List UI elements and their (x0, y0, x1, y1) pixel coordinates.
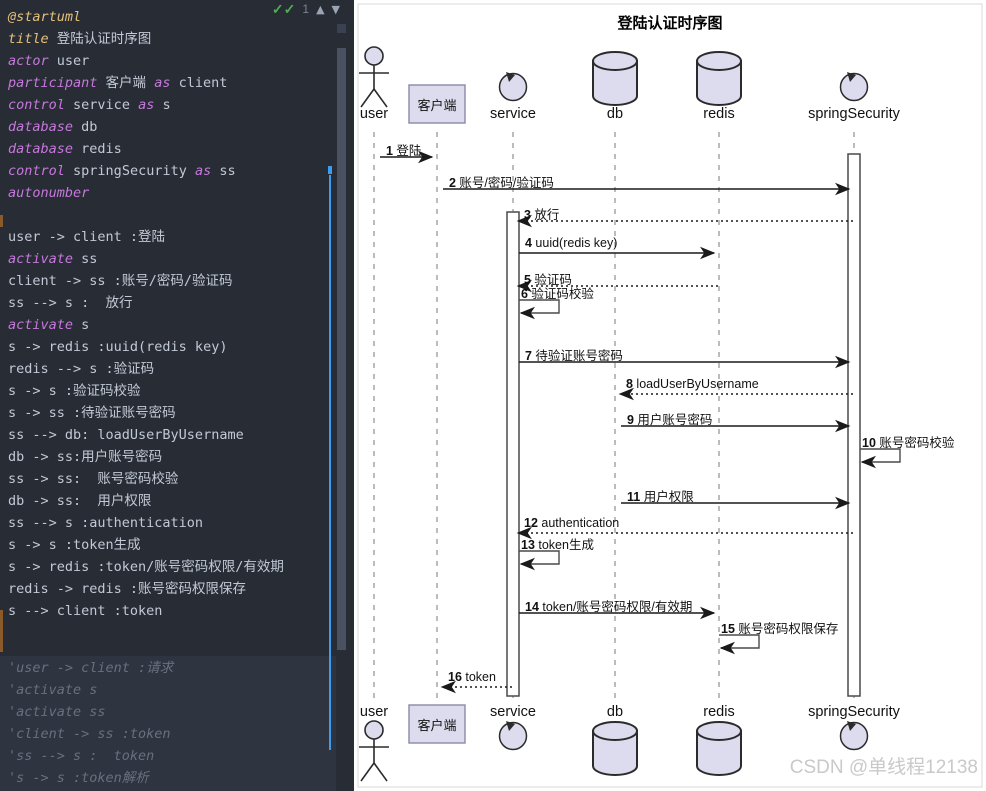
message-label-11: 11 用户权限 (627, 490, 694, 504)
code-line[interactable]: redis --> s :验证码 (6, 358, 336, 380)
code-line[interactable]: title 登陆认证时序图 (6, 28, 336, 50)
message-label-1: 1 登陆 (386, 144, 422, 158)
message-label-12: 12 authentication (524, 516, 620, 530)
code-line[interactable]: actor user (6, 50, 336, 72)
message-label-6: 6 验证码校验 (521, 287, 594, 301)
editor-vertical-scrollbar[interactable] (337, 48, 346, 650)
chevron-up-icon[interactable]: ▲ (316, 4, 324, 15)
code-line[interactable]: control service as s (6, 94, 336, 116)
code-line[interactable]: database db (6, 116, 336, 138)
message-label-7: 7 待验证账号密码 (525, 349, 623, 363)
code-line[interactable]: ss -> ss: 账号密码校验 (6, 468, 336, 490)
code-line[interactable]: ss --> s : 放行 (6, 292, 336, 314)
message-label-14: 14 token/账号密码权限/有效期 (525, 600, 693, 614)
selection-range-bar (329, 175, 331, 750)
comment-line[interactable]: 's -> s :token解析 (6, 767, 336, 789)
code-line[interactable]: redis -> redis :账号密码权限保存 (6, 578, 336, 600)
message-label-15: 15 账号密码权限保存 (721, 622, 839, 636)
code-line[interactable]: ss --> db: loadUserByUsername (6, 424, 336, 446)
code-editor-pane[interactable]: @startuml title 登陆认证时序图 actor user particip… (0, 0, 354, 791)
code-line[interactable]: user -> client :登陆 (6, 226, 336, 248)
comment-line[interactable]: 'activate ss (6, 701, 336, 723)
inspection-check-icon[interactable]: ✓✓ (272, 2, 295, 16)
inspection-count-label: 1 (302, 2, 310, 16)
code-line[interactable]: client -> ss :账号/密码/验证码 (6, 270, 336, 292)
code-line[interactable]: s -> redis :token/账号密码权限/有效期 (6, 556, 336, 578)
message-label-16: 16 token (448, 670, 496, 684)
watermark-text: CSDN @单线程12138 (789, 757, 978, 778)
message-label-8: 8 loadUserByUsername (626, 377, 759, 391)
participant-name-foot-redis: redis (703, 704, 735, 720)
code-line[interactable]: s -> s :验证码校验 (6, 380, 336, 402)
participant-name-springSecurity: springSecurity (808, 106, 900, 122)
editor-toolbar: ✓✓ 1 ▲ ▼ (0, 0, 354, 22)
code-line[interactable]: activate s (6, 314, 336, 336)
gutter-change-marker-1 (0, 215, 3, 227)
message-label-3: 3 放行 (524, 208, 560, 222)
code-line[interactable]: database redis (6, 138, 336, 160)
code-line[interactable]: control springSecurity as ss (6, 160, 336, 182)
participant-name-foot-springSecurity: springSecurity (808, 704, 900, 720)
message-label-2: 2 账号/密码/验证码 (449, 176, 554, 190)
message-label-9: 9 用户账号密码 (627, 413, 713, 427)
code-line[interactable]: s -> redis :uuid(redis key) (6, 336, 336, 358)
gutter-change-marker-2 (0, 610, 3, 652)
message-label-13: 13 token生成 (521, 538, 594, 552)
participant-name-redis: redis (703, 106, 735, 122)
comment-line[interactable]: 'activate s (6, 679, 336, 701)
message-label-10: 10 账号密码校验 (862, 436, 955, 450)
selection-caret-mark (328, 166, 332, 174)
code-line[interactable]: participant 客户端 as client (6, 72, 336, 94)
chevron-down-icon[interactable]: ▼ (332, 4, 340, 15)
comment-line[interactable]: 'ss --> s : token (6, 745, 336, 767)
code-line[interactable]: autonumber (6, 182, 336, 204)
app-root: @startuml title 登陆认证时序图 actor user particip… (0, 0, 986, 791)
code-line[interactable] (6, 204, 336, 226)
code-line[interactable]: db -> ss: 用户权限 (6, 490, 336, 512)
editor-scrollbar-top-cap[interactable] (337, 24, 346, 33)
code-line[interactable]: s -> s :token生成 (6, 534, 336, 556)
code-line[interactable]: db -> ss:用户账号密码 (6, 446, 336, 468)
code-line[interactable]: activate ss (6, 248, 336, 270)
comment-line[interactable]: 'user -> client :请求 (6, 657, 336, 679)
comment-line[interactable]: 'client -> ss :token (6, 723, 336, 745)
message-label-4: 4 uuid(redis key) (525, 236, 618, 250)
commented-code-lines[interactable]: 'user -> client :请求'activate s'activate … (6, 657, 336, 789)
code-line[interactable]: s -> ss :待验证账号密码 (6, 402, 336, 424)
sequence-diagram-pane: 登陆认证时序图 useruser客户端客户端客户端serviceserviced… (354, 0, 986, 791)
code-line[interactable]: s --> client :token (6, 600, 336, 622)
code-line[interactable]: ss --> s :authentication (6, 512, 336, 534)
diagram-title: 登陆认证时序图 (617, 16, 723, 32)
